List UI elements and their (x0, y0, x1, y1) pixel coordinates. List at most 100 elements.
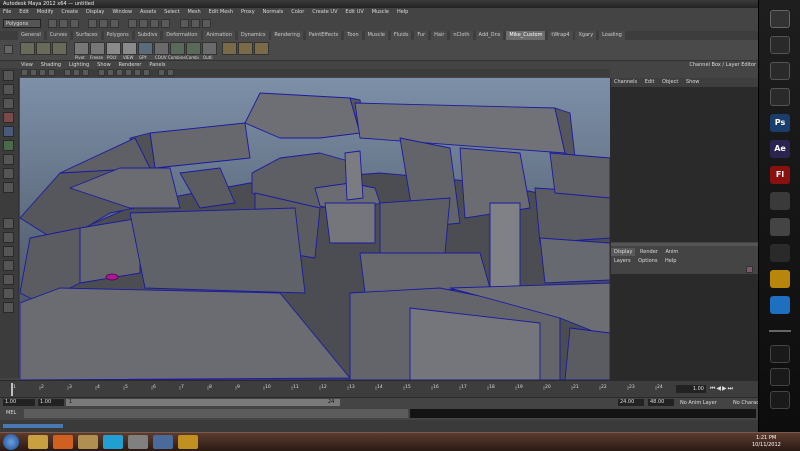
menu-edit-uvs[interactable]: Edit UV (342, 8, 366, 17)
flash-icon[interactable]: Fl (770, 166, 790, 184)
snap-plane-icon[interactable] (161, 19, 170, 28)
paint-select-icon[interactable] (3, 98, 14, 109)
shelf-tab-muscle[interactable]: Muscle (364, 31, 388, 40)
shelf-button-3[interactable] (52, 42, 67, 55)
menu-muscle[interactable]: Muscle (369, 8, 392, 17)
time-slider[interactable]: 1 2 3 4 5 6 7 8 9 10 11 12 13 14 15 16 17 18 19 20 21 22 23 24 … (0, 380, 758, 398)
menu-mesh[interactable]: Mesh (185, 8, 204, 17)
shelf-tab-surfaces[interactable]: Surfaces (72, 31, 101, 40)
polygon-mesh-scene[interactable] (20, 78, 610, 380)
shelf-tab-deformation[interactable]: Deformation (163, 31, 201, 40)
dock-app-3-icon[interactable] (770, 62, 790, 80)
shelf-tab-fluids[interactable]: Fluids (390, 31, 412, 40)
shelf-tab-painteffects[interactable]: PaintEffects (305, 31, 342, 40)
layout-graph-icon[interactable] (3, 288, 14, 299)
wireframe-icon[interactable] (98, 69, 105, 76)
menu-proxy[interactable]: Proxy (238, 8, 258, 17)
move-tool-icon[interactable] (3, 112, 14, 123)
dock-app-7-icon[interactable] (770, 368, 790, 386)
shelf-button-combi[interactable] (186, 42, 201, 55)
ipr-render-icon[interactable] (191, 19, 200, 28)
panel-menu-renderer[interactable]: Renderer (116, 61, 145, 69)
dock-app-5-icon[interactable] (770, 218, 790, 236)
shelf-tab-curves[interactable]: Curves (46, 31, 70, 40)
shelf-tab-general[interactable]: General (18, 31, 44, 40)
layer-menu-options[interactable]: Options (635, 257, 660, 265)
character-set-dropdown[interactable]: No Charac (733, 400, 759, 406)
scale-tool-icon[interactable] (3, 140, 14, 151)
resolution-gate-icon[interactable] (82, 69, 89, 76)
shelf-tab-rendering[interactable]: Rendering (271, 31, 303, 40)
select-object-icon[interactable] (99, 19, 108, 28)
dock-app-1-icon[interactable] (770, 10, 790, 28)
shelf-tab-subdivs[interactable]: Subdivs (134, 31, 161, 40)
four-layout-icon[interactable] (3, 232, 14, 243)
menu-modify[interactable]: Modify (34, 8, 57, 17)
select-tool-icon[interactable] (3, 70, 14, 81)
shelf-button-outliner[interactable] (202, 42, 217, 55)
command-input[interactable] (24, 409, 408, 418)
start-button[interactable] (3, 434, 19, 450)
layer-list[interactable] (611, 274, 759, 380)
explorer-taskbar-icon[interactable] (28, 435, 48, 449)
bookmark-icon[interactable] (39, 69, 46, 76)
menu-create-uvs[interactable]: Create UV (309, 8, 340, 17)
shelf-button-poly[interactable] (106, 42, 121, 55)
shelf-tab-toon[interactable]: Toon (344, 31, 362, 40)
shelf-button-1[interactable] (20, 42, 35, 55)
high-quality-icon[interactable] (167, 69, 174, 76)
lasso-tool-icon[interactable] (3, 84, 14, 95)
menu-help[interactable]: Help (394, 8, 411, 17)
layout-dope-icon[interactable] (3, 302, 14, 313)
dock-app-4-icon[interactable] (770, 88, 790, 106)
channel-menu-object[interactable]: Object (659, 78, 681, 87)
soft-mod-icon[interactable] (3, 168, 14, 179)
channel-list[interactable] (611, 87, 759, 242)
layout-persp-outliner-icon[interactable] (3, 260, 14, 271)
layer-tab-display[interactable]: Display (611, 248, 636, 256)
panel-menu-shading[interactable]: Shading (38, 61, 64, 69)
camera-select-icon[interactable] (21, 69, 28, 76)
shelf-button-freeze[interactable] (90, 42, 105, 55)
shelf-tab-twrap4[interactable]: tWrap4 (548, 31, 573, 40)
shelf-button-view[interactable] (122, 42, 137, 55)
snap-point-icon[interactable] (150, 19, 159, 28)
playback-start-field[interactable]: 1.00 (38, 399, 64, 406)
shelf-button-combine[interactable] (170, 42, 185, 55)
menu-display[interactable]: Display (83, 8, 107, 17)
shelf-tab-xgary[interactable]: Xgary (575, 31, 597, 40)
range-slider[interactable]: 1 24 (66, 399, 340, 406)
shelf-tab-hair[interactable]: Hair (431, 31, 448, 40)
menu-create[interactable]: Create (58, 8, 81, 17)
layer-menu-help[interactable]: Help (662, 257, 679, 265)
layer-tab-anim[interactable]: Anim (662, 248, 681, 256)
command-language-label[interactable]: MEL (6, 410, 16, 416)
channel-menu-show[interactable]: Show (683, 78, 703, 87)
select-component-icon[interactable] (110, 19, 119, 28)
perspective-viewport[interactable] (20, 78, 610, 380)
menu-window[interactable]: Window (109, 8, 135, 17)
current-time-marker[interactable] (11, 383, 13, 396)
shelf-tab-add-ons[interactable]: Add_Ons (475, 31, 504, 40)
zbrush-icon[interactable] (770, 192, 790, 210)
select-hierarchy-icon[interactable] (88, 19, 97, 28)
runner-icon[interactable] (770, 270, 790, 288)
photoshop-icon[interactable]: Ps (770, 114, 790, 132)
last-tool-icon[interactable] (3, 182, 14, 193)
textured-icon[interactable] (134, 69, 141, 76)
shelf-tab-animation[interactable]: Animation (203, 31, 235, 40)
dropbox-icon[interactable] (770, 296, 790, 314)
new-layer-icon[interactable] (746, 266, 753, 273)
skype-taskbar-icon[interactable] (103, 435, 123, 449)
single-layout-icon[interactable] (3, 218, 14, 229)
channel-menu-channels[interactable]: Channels (611, 78, 640, 87)
pink-marker[interactable] (105, 273, 119, 281)
menu-assets[interactable]: Assets (137, 8, 159, 17)
shelf-button-gpy[interactable] (138, 42, 153, 55)
camera-attributes-icon[interactable] (30, 69, 37, 76)
shelf-button-4[interactable] (222, 42, 237, 55)
layer-editor-splitter[interactable] (611, 243, 759, 246)
start-time-field[interactable]: 1.00 (3, 399, 35, 406)
snap-grid-icon[interactable] (128, 19, 137, 28)
aftereffects-icon[interactable]: Ae (770, 140, 790, 158)
